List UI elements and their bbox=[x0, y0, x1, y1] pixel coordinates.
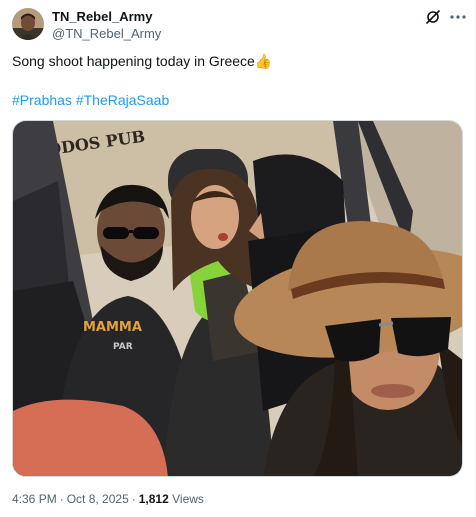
shirt-text-1: MAMMA bbox=[83, 320, 142, 335]
views-count: 1,812 bbox=[138, 492, 169, 506]
shirt-text-2: PAR bbox=[113, 342, 133, 352]
tweet-date[interactable]: Oct 8, 2025 bbox=[67, 492, 129, 506]
tweet-meta: 4:36 PM · Oct 8, 2025 · 1,812 Views bbox=[12, 492, 204, 506]
hashtag-line: #Prabhas #TheRajaSaab bbox=[12, 92, 169, 108]
avatar[interactable] bbox=[12, 8, 44, 40]
meta-separator: · bbox=[59, 492, 64, 506]
author-handle[interactable]: @TN_Rebel_Army bbox=[52, 26, 161, 41]
tweet-media-photo[interactable]: RODOS PUB MAMMA PAR bbox=[12, 120, 463, 477]
tweet-body: Song shoot happening today in Greece bbox=[12, 53, 255, 69]
hashtag-prabhas[interactable]: #Prabhas bbox=[12, 92, 72, 108]
more-horizontal-icon[interactable] bbox=[449, 9, 467, 25]
views-label: Views bbox=[172, 492, 204, 506]
thumbs-up-emoji: 👍 bbox=[254, 53, 273, 69]
tweet-text: Song shoot happening today in Greece👍 bbox=[12, 53, 272, 70]
meta-separator-2: · bbox=[131, 492, 136, 506]
tweet-card: TN_Rebel_Army @TN_Rebel_Army Song shoot … bbox=[0, 0, 476, 517]
hashtag-therajasaab[interactable]: #TheRajaSaab bbox=[76, 92, 169, 108]
grok-icon[interactable] bbox=[425, 9, 441, 25]
author-display-name[interactable]: TN_Rebel_Army bbox=[52, 9, 152, 24]
tweet-time[interactable]: 4:36 PM bbox=[12, 492, 57, 506]
